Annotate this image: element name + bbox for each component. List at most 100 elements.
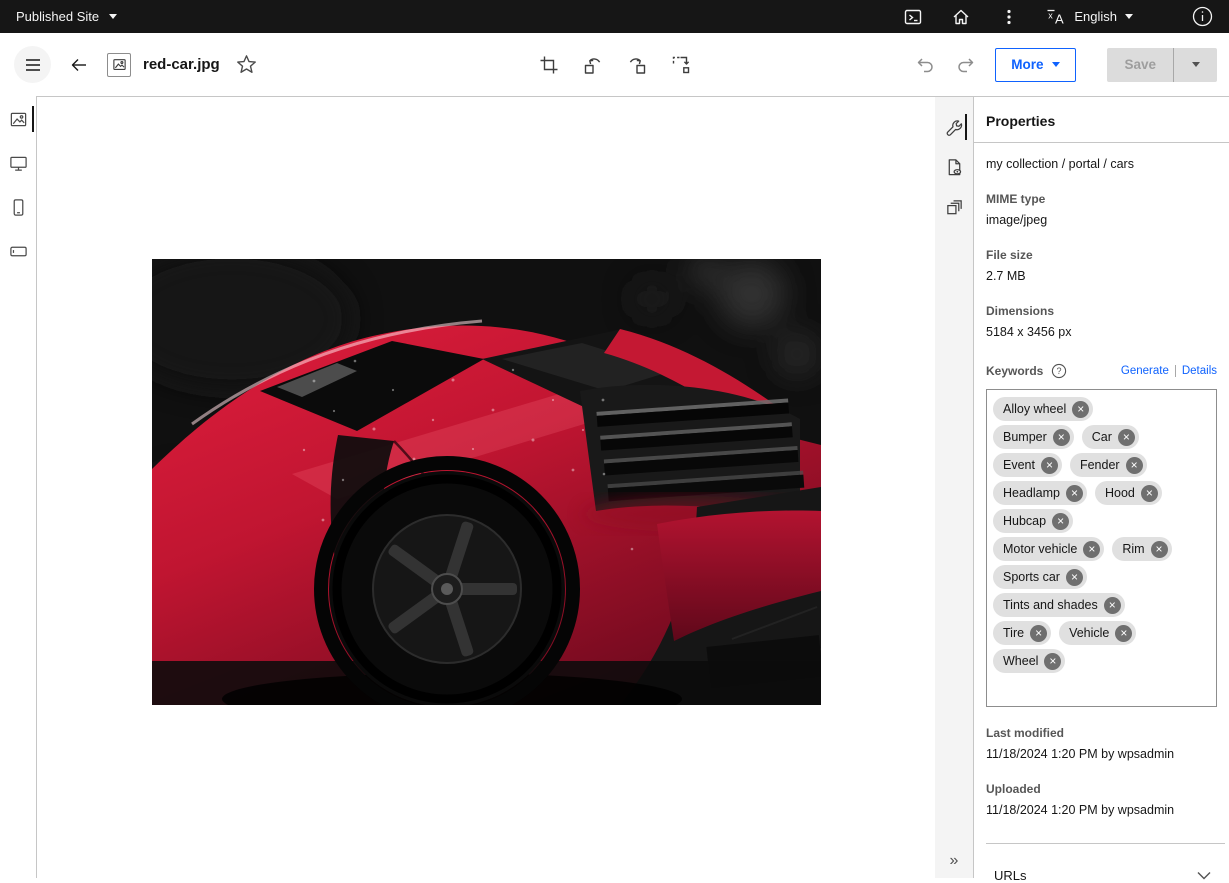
keyword-tag-label: Headlamp [1003,486,1060,500]
remove-keyword-icon[interactable]: × [1041,457,1058,474]
properties-tool-button[interactable] [935,117,973,137]
remove-keyword-icon[interactable]: × [1115,625,1132,642]
image-edit-tools [537,53,693,77]
keyword-tag: Tints and shades× [993,593,1125,617]
rotate-right-button[interactable] [625,53,649,77]
chevron-down-icon [109,14,117,19]
info-icon [1192,6,1213,27]
dimensions-value: 5184 x 3456 px [986,325,1217,339]
undo-icon [915,55,935,75]
redo-button[interactable] [954,53,978,77]
mime-type-label: MIME type [986,192,1217,206]
remove-keyword-icon[interactable]: × [1066,485,1083,502]
resize-button[interactable] [669,53,693,77]
preview-details-tool-button[interactable] [935,157,973,177]
remove-keyword-icon[interactable]: × [1053,429,1070,446]
main-area: » Properties my collection / portal / ca… [0,96,1229,878]
language-selector[interactable]: x A English [1046,7,1133,27]
remove-keyword-icon[interactable]: × [1151,541,1168,558]
open-console-button[interactable] [900,4,926,30]
rotate-left-button[interactable] [581,53,605,77]
keyword-details-link[interactable]: Details [1182,365,1217,377]
info-button[interactable] [1189,4,1215,30]
remove-keyword-icon[interactable]: × [1083,541,1100,558]
mime-type-field: MIME type image/jpeg [986,192,1217,227]
keyword-tag-label: Bumper [1003,430,1047,444]
layers-icon [945,198,964,217]
remove-keyword-icon[interactable]: × [1052,513,1069,530]
keyword-tags: Alloy wheel×Bumper×Car×Event×Fender×Head… [986,389,1217,707]
chevron-down-icon [1052,62,1060,67]
preview-tablet-button[interactable] [0,197,36,217]
menu-button[interactable] [14,46,51,83]
preview-desktop-button[interactable] [0,153,36,173]
chevron-down-icon [1192,62,1200,67]
remove-keyword-icon[interactable]: × [1141,485,1158,502]
keyword-tag-row: Bumper×Car× [993,425,1210,449]
remove-keyword-icon[interactable]: × [1044,653,1061,670]
uploaded-label: Uploaded [986,782,1217,796]
monitor-icon [9,154,28,173]
uploaded-value: 11/18/2024 1:20 PM by wpsadmin [986,803,1217,817]
collapse-panel-button[interactable]: » [950,852,959,870]
keyword-tag-label: Event [1003,458,1035,472]
keyword-tag: Car× [1082,425,1139,449]
preview-image-button[interactable] [0,109,36,129]
keyword-tag-label: Sports car [1003,570,1060,584]
wrench-icon [945,118,964,137]
remove-keyword-icon[interactable]: × [1066,569,1083,586]
keyword-tag-label: Hood [1105,486,1135,500]
keyword-tag: Fender× [1070,453,1147,477]
crop-icon [539,55,559,75]
asset-toolbar: red-car.jpg [0,33,1229,96]
tablet-icon [9,198,28,217]
remove-keyword-icon[interactable]: × [1072,401,1089,418]
remove-keyword-icon[interactable]: × [1104,597,1121,614]
keyword-tag-row: Headlamp × Hood × [993,481,1210,505]
keyword-tag-row: Hubcap× [993,509,1210,533]
console-icon [903,7,923,27]
keyword-tag-label: Motor vehicle [1003,542,1077,556]
undo-button[interactable] [913,53,937,77]
crop-button[interactable] [537,53,561,77]
save-options-button[interactable] [1173,48,1217,82]
uploaded-field: Uploaded 11/18/2024 1:20 PM by wpsadmin [986,782,1217,817]
remove-keyword-icon[interactable]: × [1118,429,1135,446]
keyword-tag: Sports car × [993,565,1087,589]
back-button[interactable] [67,53,91,77]
keyword-tag-row: Tints and shades× [993,593,1210,617]
image-icon [9,110,28,129]
versions-tool-button[interactable] [935,197,973,217]
chevron-down-icon [1197,871,1211,880]
mime-type-value: image/jpeg [986,213,1217,227]
urls-accordion[interactable]: URLs [974,844,1229,883]
star-icon [236,54,257,75]
remove-keyword-icon[interactable]: × [1030,625,1047,642]
keyword-tag-row: Tire×Vehicle× [993,621,1210,645]
keyword-tag-row: Alloy wheel× [993,397,1210,421]
overflow-menu-button[interactable] [996,4,1022,30]
save-button[interactable]: Save [1107,48,1173,82]
keyword-tag: Event × [993,453,1062,477]
favorite-button[interactable] [234,52,259,77]
asset-preview-image [152,259,821,705]
keyword-tag-label: Tire [1003,626,1024,640]
preview-mobile-landscape-button[interactable] [0,241,36,261]
keyword-tag: Bumper × [993,425,1074,449]
keyword-tag: Hubcap× [993,509,1073,533]
double-chevron-right-icon: » [950,852,959,869]
hamburger-icon [25,59,41,71]
site-switcher[interactable]: Published Site [16,9,117,24]
more-button[interactable]: More [995,48,1076,82]
properties-panel: Properties my collection / portal / cars… [973,96,1229,878]
keyword-tag: Headlamp × [993,481,1087,505]
image-file-icon [107,53,131,77]
remove-keyword-icon[interactable]: × [1126,457,1143,474]
image-icon [112,57,127,72]
preview-mode-rail [0,96,37,878]
dimensions-label: Dimensions [986,304,1217,318]
help-icon[interactable]: ? [1051,363,1067,379]
home-button[interactable] [948,4,974,30]
breadcrumb: my collection / portal / cars [986,157,1217,171]
generate-keywords-link[interactable]: Generate [1121,365,1169,377]
